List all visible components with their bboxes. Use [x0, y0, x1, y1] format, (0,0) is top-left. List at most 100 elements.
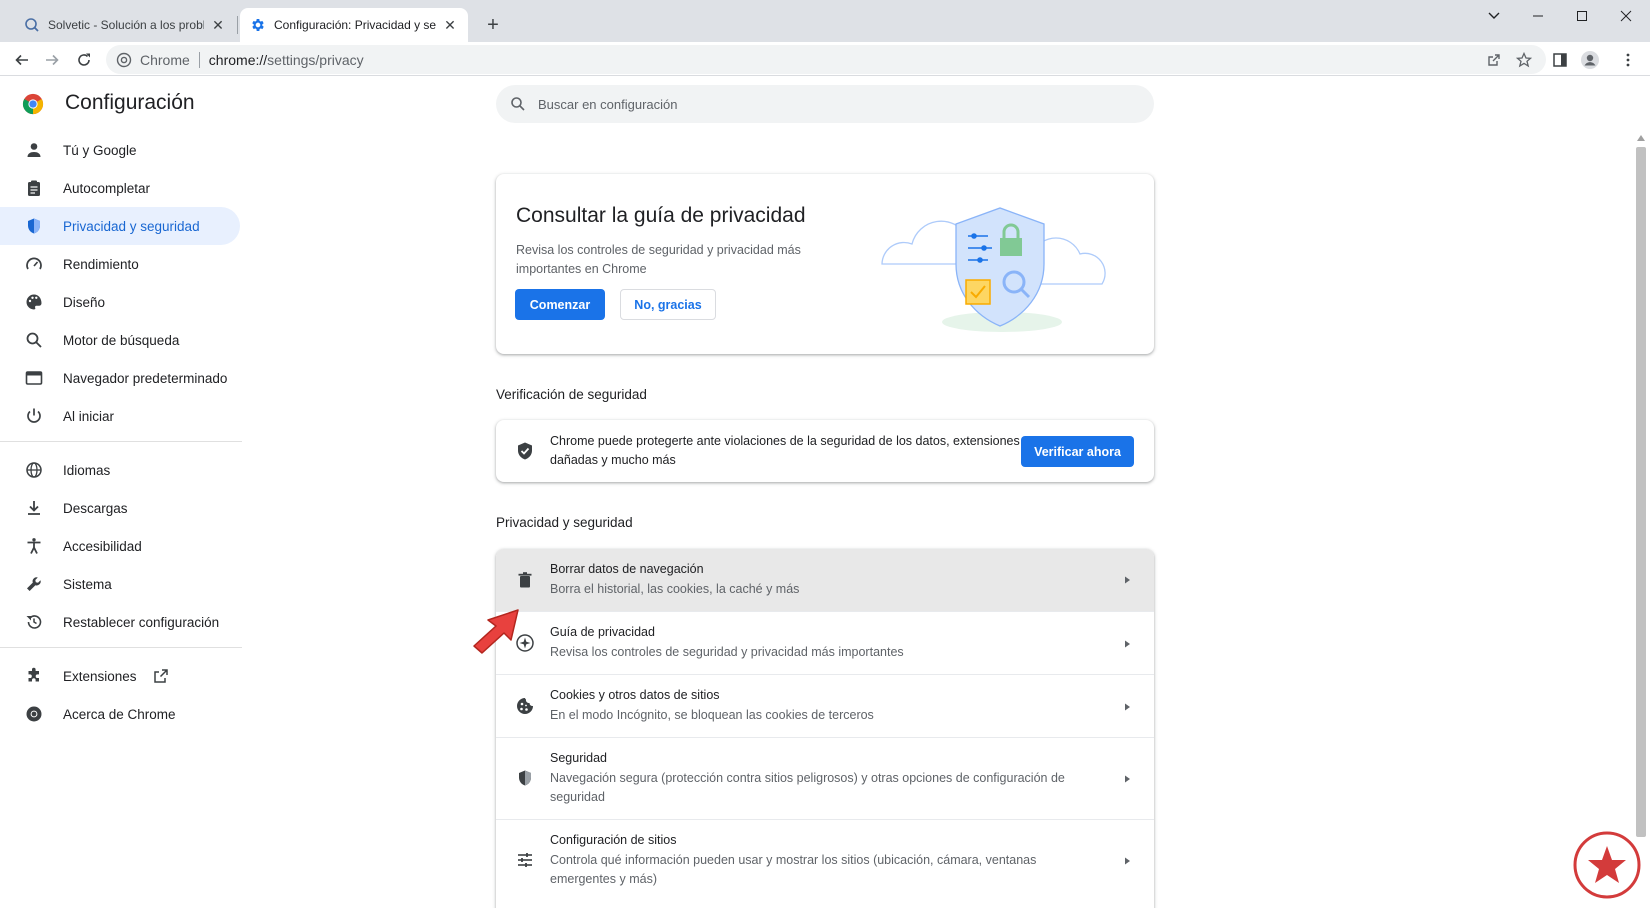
row-site-settings[interactable]: Configuración de sitios Controla qué inf… [496, 819, 1154, 901]
chevron-right-icon [1125, 640, 1130, 648]
tab-settings-privacy[interactable]: Configuración: Privacidad y segu ✕ [240, 8, 468, 42]
side-panel-icon [1553, 53, 1567, 67]
row-clear-browsing-data[interactable]: Borrar datos de navegación Borra el hist… [496, 549, 1154, 611]
sidebar-item-accessibility[interactable]: Accesibilidad [0, 527, 240, 565]
scroll-thumb[interactable] [1636, 147, 1646, 837]
close-window-button[interactable] [1606, 4, 1646, 28]
scroll-up-arrow-icon[interactable] [1636, 133, 1646, 143]
external-link-icon [153, 669, 168, 683]
row-label: Seguridad [550, 751, 607, 765]
profile-button[interactable] [1578, 48, 1602, 72]
menu-button[interactable] [1616, 48, 1640, 72]
browser-toolbar: Chrome chrome://settings/privacy [0, 42, 1650, 76]
restore-icon [26, 615, 42, 629]
arrow-left-icon [15, 54, 28, 66]
sidebar-item-autofill[interactable]: Autocompletar [0, 169, 240, 207]
dismiss-guide-button[interactable]: No, gracias [620, 289, 716, 320]
chrome-icon [26, 706, 42, 722]
download-icon [28, 501, 40, 515]
gear-icon [252, 19, 264, 31]
sidebar-item-system[interactable]: Sistema [0, 565, 240, 603]
sidebar-item-label: Navegador predeterminado [63, 370, 228, 386]
url-host: chrome:// [208, 51, 268, 68]
sidebar-item-languages[interactable]: Idiomas [0, 451, 240, 489]
search-input[interactable] [538, 96, 1118, 112]
sidebar-item-downloads[interactable]: Descargas [0, 489, 240, 527]
start-guide-button[interactable]: Comenzar [515, 289, 605, 320]
row-security[interactable]: Seguridad Navegación segura (protección … [496, 737, 1154, 819]
sidebar-item-label: Accesibilidad [63, 538, 142, 554]
tab-search-icon[interactable] [1474, 4, 1514, 28]
bookmark-button[interactable] [1512, 48, 1536, 72]
sidebar-item-label: Rendimiento [63, 256, 139, 272]
sidebar-item-label: Privacidad y seguridad [63, 218, 200, 234]
settings-search[interactable] [496, 85, 1154, 123]
star-icon [1516, 52, 1532, 68]
guide-title: Consultar la guía de privacidad [516, 204, 806, 227]
tab-solvetic[interactable]: Solvetic - Solución a los problem ✕ [14, 8, 236, 42]
side-panel-button[interactable] [1548, 48, 1572, 72]
url-path: settings/privacy [267, 51, 364, 68]
tab-strip: Solvetic - Solución a los problem ✕ Conf… [0, 0, 1650, 42]
privacy-section-heading: Privacidad y seguridad [496, 515, 633, 530]
globe-icon [26, 462, 42, 478]
chrome-icon [116, 52, 132, 67]
browser-window-icon [25, 371, 43, 385]
sidebar-item-appearance[interactable]: Diseño [0, 283, 240, 321]
row-cookies[interactable]: Cookies y otros datos de sitios En el mo… [496, 674, 1154, 737]
verify-now-button[interactable]: Verificar ahora [1021, 436, 1134, 467]
sidebar-item-label: Idiomas [63, 462, 111, 478]
puzzle-icon [28, 667, 39, 682]
sidebar-item-label: Al iniciar [63, 408, 115, 424]
sidebar-item-search-engine[interactable]: Motor de búsqueda [0, 321, 240, 359]
sidebar-item-privacy[interactable]: Privacidad y seguridad [0, 207, 240, 245]
safety-check-heading: Verificación de seguridad [496, 387, 647, 402]
sidebar-item-reset-settings[interactable]: Restablecer configuración [0, 603, 240, 641]
chevron-right-icon [1125, 576, 1130, 584]
tab-separator [237, 16, 238, 34]
row-label: Cookies y otros datos de sitios [550, 688, 720, 702]
sidebar-divider [0, 441, 242, 442]
sidebar-item-about-chrome[interactable]: Acerca de Chrome [0, 695, 240, 733]
annotation-arrow-icon [473, 609, 519, 654]
tab-title: Configuración: Privacidad y segu [274, 18, 436, 32]
maximize-button[interactable] [1562, 4, 1602, 28]
row-privacy-guide[interactable]: Guía de privacidad Revisa los controles … [496, 611, 1154, 674]
person-icon [27, 143, 41, 157]
new-tab-button[interactable]: + [482, 14, 504, 36]
address-bar[interactable]: Chrome chrome://settings/privacy [106, 45, 1546, 74]
close-tab-icon[interactable]: ✕ [442, 17, 458, 33]
search-icon [511, 97, 525, 111]
cookie-icon [517, 698, 533, 714]
minimize-button[interactable] [1518, 4, 1558, 28]
sidebar-item-label: Tú y Google [63, 142, 137, 158]
forward-button[interactable] [40, 48, 64, 72]
safety-check-card: Chrome puede protegerte ante violaciones… [496, 420, 1154, 482]
solvetic-favicon [25, 18, 39, 32]
share-icon [1488, 54, 1500, 66]
sidebar-item-on-startup[interactable]: Al iniciar [0, 397, 240, 435]
reload-button[interactable] [72, 48, 96, 72]
avatar-icon [1581, 51, 1599, 69]
back-button[interactable] [10, 48, 34, 72]
sidebar-item-label: Diseño [63, 294, 106, 310]
sidebar-item-performance[interactable]: Rendimiento [0, 245, 240, 283]
sidebar-item-label: Motor de búsqueda [63, 332, 180, 348]
chevron-right-icon [1125, 703, 1130, 711]
sidebar-item-extensions[interactable]: Extensiones [0, 657, 240, 695]
chevron-right-icon [1125, 857, 1130, 865]
solvetic-watermark-logo [1573, 831, 1641, 899]
omnibox-chip: Chrome [140, 51, 190, 68]
palette-icon [26, 294, 42, 310]
share-button[interactable] [1482, 48, 1506, 72]
sidebar-item-you-and-google[interactable]: Tú y Google [0, 131, 240, 169]
row-sublabel: En el modo Incógnito, se bloquean las co… [550, 708, 874, 722]
url-text: chrome://settings/privacy [209, 52, 364, 68]
sidebar-divider [0, 647, 242, 648]
close-tab-icon[interactable]: ✕ [210, 17, 226, 33]
power-icon [27, 408, 41, 423]
row-sublabel: Controla qué información pueden usar y m… [550, 853, 1037, 886]
row-sublabel: Borra el historial, las cookies, la cach… [550, 582, 800, 596]
sidebar-item-label: Restablecer configuración [63, 614, 220, 630]
sidebar-item-default-browser[interactable]: Navegador predeterminado [0, 359, 240, 397]
